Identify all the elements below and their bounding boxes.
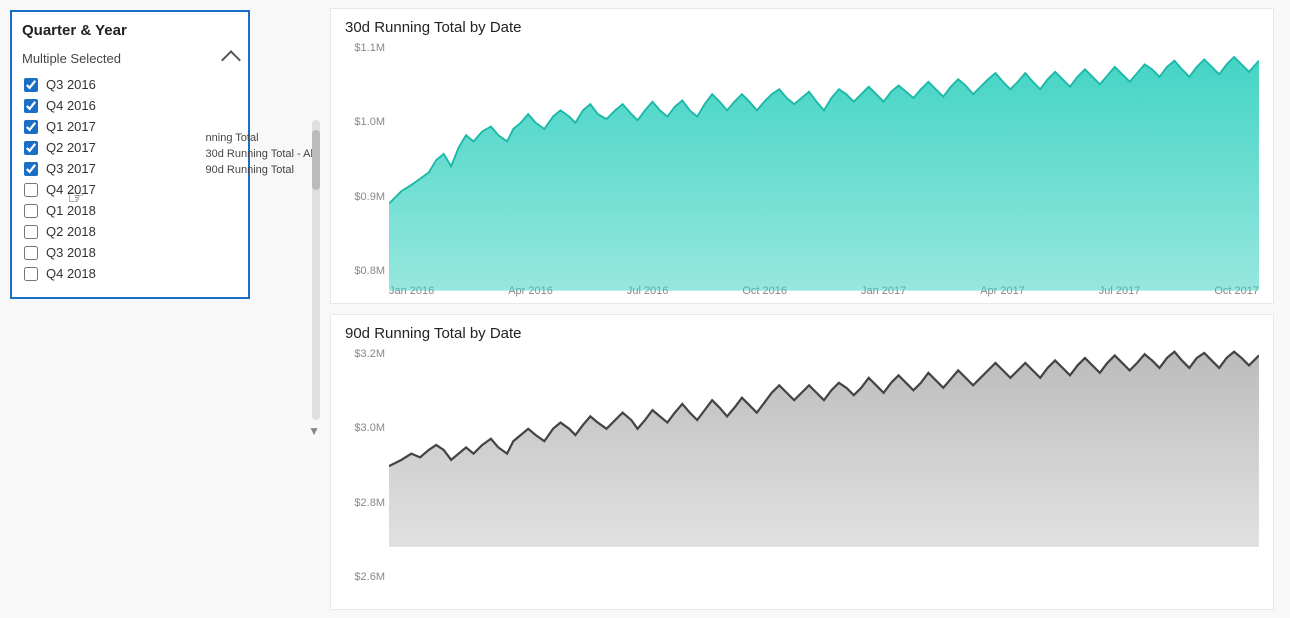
filter-item-label-q2-2018: Q2 2018 — [46, 224, 96, 239]
filter-item-q3-2017[interactable]: Q3 2017 — [22, 159, 220, 178]
checkbox-q1-2017[interactable] — [24, 120, 38, 134]
checkbox-q4-2018[interactable] — [24, 267, 38, 281]
chart1-y-label: $1.1M — [354, 42, 385, 54]
filter-item-q3-2018[interactable]: Q3 2018 — [22, 243, 220, 262]
charts-area: 30d Running Total by Date $1.1M $1.0M $0.9… — [320, 0, 1290, 618]
filter-item-q2-2017[interactable]: Q2 2017 — [22, 138, 220, 157]
filter-item-label-q4-2018: Q4 2018 — [46, 266, 96, 281]
checkbox-q3-2016[interactable] — [24, 78, 38, 92]
filter-selected-label: Multiple Selected — [22, 51, 121, 66]
chart2-container: 90d Running Total by Date $3.2M $3.0M $2.8… — [330, 314, 1274, 610]
filter-item-q1-2017[interactable]: Q1 2017 — [22, 117, 220, 136]
filter-item-label-q4-2016: Q4 2016 — [46, 98, 96, 113]
filter-item-q3-2016[interactable]: Q3 2016 — [22, 75, 220, 94]
chart1-title: 30d Running Total by Date — [345, 19, 1259, 36]
chart2-x-axis — [389, 601, 1259, 603]
chart2-y-label: $2.6M — [354, 571, 385, 583]
vertical-scrollbar[interactable]: ▼ — [312, 120, 320, 420]
middle-scroll-area: nning Total30d Running Total - Alt90d Ru… — [260, 0, 320, 618]
chart1-svg — [389, 42, 1259, 291]
tabs-strip: nning Total30d Running Total - Alt90d Ru… — [202, 0, 320, 178]
chart2-title: 90d Running Total by Date — [345, 325, 1259, 342]
chart2-area: $3.2M $3.0M $2.8M $2.6M — [345, 348, 1259, 603]
chart1-area: $1.1M$1.0M$0.9M$0.8M Jan 2016Apr 2016Jul… — [345, 42, 1259, 297]
tab-running-total[interactable]: nning Total — [202, 130, 320, 146]
tab-90d-running-total[interactable]: 90d Running Total — [202, 162, 320, 178]
checkbox-q2-2018[interactable] — [24, 225, 38, 239]
filter-item-q4-2016[interactable]: Q4 2016 — [22, 96, 220, 115]
chart2-y-axis: $3.2M $3.0M $2.8M $2.6M — [345, 348, 389, 583]
filter-item-label-q3-2016: Q3 2016 — [46, 77, 96, 92]
chart1-y-label: $0.8M — [354, 265, 385, 277]
filter-item-label-q1-2018: Q1 2018 — [46, 203, 96, 218]
chart2-y-label: $3.0M — [354, 422, 385, 434]
chart1-y-label: $0.9M — [354, 191, 385, 203]
chart2-svg — [389, 348, 1259, 547]
filter-item-label-q3-2018: Q3 2018 — [46, 245, 96, 260]
filter-item-label-q4-2017: Q4 2017 — [46, 182, 96, 197]
chart2-y-label: $3.2M — [354, 348, 385, 360]
chart1-container: 30d Running Total by Date $1.1M $1.0M $0.9… — [330, 8, 1274, 304]
checkbox-q1-2018[interactable] — [24, 204, 38, 218]
checkbox-q3-2017[interactable] — [24, 162, 38, 176]
tab-30d-running-total-alt[interactable]: 30d Running Total - Alt — [202, 146, 320, 162]
scroll-down-arrow[interactable]: ▼ — [308, 424, 320, 438]
scroll-thumb[interactable] — [312, 130, 320, 190]
checkbox-q4-2017[interactable] — [24, 183, 38, 197]
checkbox-q4-2016[interactable] — [24, 99, 38, 113]
chart1-y-axis: $1.1M $1.0M $0.9M $0.8M — [345, 42, 389, 277]
filter-item-label-q3-2017: Q3 2017 — [46, 161, 96, 176]
filter-item-q2-2018[interactable]: Q2 2018 — [22, 222, 220, 241]
checkbox-q2-2017[interactable] — [24, 141, 38, 155]
filter-item-q4-2018[interactable]: Q4 2018 — [22, 264, 220, 283]
checkbox-q3-2018[interactable] — [24, 246, 38, 260]
filter-item-q1-2018[interactable]: Q1 2018 — [22, 201, 220, 220]
filter-item-label-q2-2017: Q2 2017 — [46, 140, 96, 155]
filter-item-q4-2017[interactable]: Q4 2017 — [22, 180, 220, 199]
chart1-y-label: $1.0M — [354, 116, 385, 128]
filter-item-label-q1-2017: Q1 2017 — [46, 119, 96, 134]
chart2-y-label: $2.8M — [354, 497, 385, 509]
